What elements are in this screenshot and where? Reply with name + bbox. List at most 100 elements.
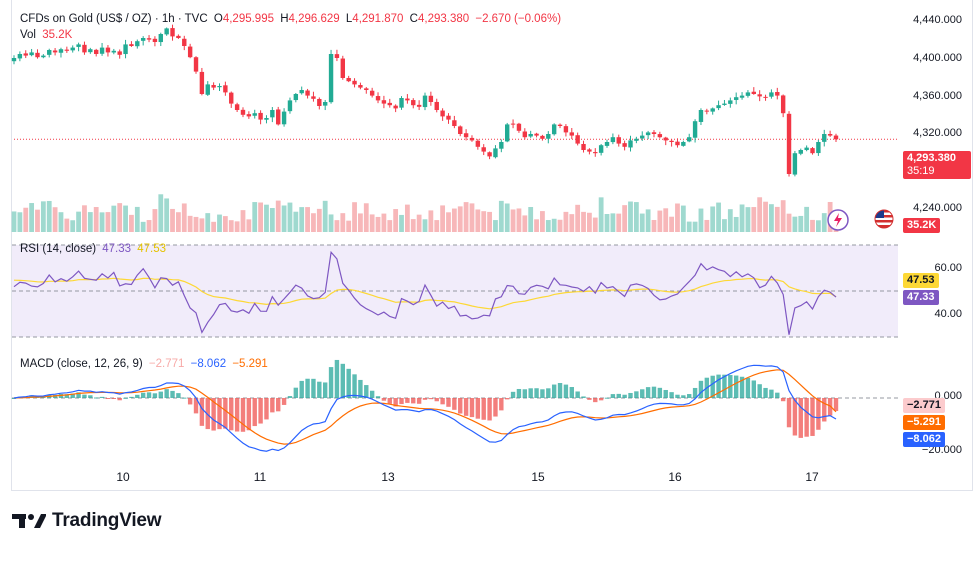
volume-bar <box>99 212 105 232</box>
volume-bar <box>575 204 581 232</box>
volume-bar <box>469 203 475 232</box>
candle-body <box>505 124 510 142</box>
volume-bar <box>46 200 52 232</box>
volume-bar <box>134 206 140 232</box>
candle-body <box>593 152 598 154</box>
candle-body <box>669 140 674 142</box>
macd-hist-bar <box>757 384 762 398</box>
volume-bar <box>105 212 111 232</box>
macd-hist-bar <box>557 383 563 398</box>
macd-hist-bar <box>276 398 281 412</box>
low-value: 4,291.870 <box>352 13 404 25</box>
macd-hist-bar <box>716 374 721 398</box>
macd-hist-bar <box>140 392 146 398</box>
macd-hist-bar <box>598 398 604 401</box>
volume-bar <box>704 219 710 232</box>
macd-hist-bar <box>399 398 404 405</box>
time-tick: 17 <box>805 470 819 484</box>
candle-body <box>827 133 833 136</box>
candle-body <box>346 77 351 82</box>
macd-hist-bar <box>569 387 574 398</box>
volume-bar <box>422 219 428 232</box>
candle-body <box>176 35 181 38</box>
candle-body <box>428 95 434 102</box>
rsi-tick: 60.00 <box>934 262 962 274</box>
candle-body <box>70 47 75 51</box>
candle-body <box>763 96 768 98</box>
candle-body <box>798 150 803 154</box>
volume-bar <box>228 220 234 232</box>
volume-bar <box>146 220 152 232</box>
volume-bar <box>628 201 633 232</box>
macd-hist-bar <box>628 392 633 398</box>
macd-hist-bar <box>281 398 287 405</box>
volume-bar <box>622 205 628 232</box>
candle-body <box>422 95 428 108</box>
vol-label: Vol <box>20 29 36 41</box>
macd-hist-bar <box>657 387 663 398</box>
tradingview-logo[interactable]: TradingView <box>12 510 162 532</box>
macd-hist-bar <box>698 380 704 398</box>
macd-hist-bar <box>246 398 252 431</box>
lightning-icon[interactable] <box>826 208 850 232</box>
macd-hist-bar <box>111 398 117 399</box>
candle-body <box>780 95 786 114</box>
volume-bar <box>680 205 686 232</box>
candle-body <box>522 131 528 138</box>
macd-legend: MACD (close, 12, 26, 9) −2.771 −8.062 −5… <box>20 357 271 371</box>
candle-body <box>446 115 451 120</box>
candle-body <box>698 110 704 122</box>
candle-body <box>452 120 457 126</box>
rsi-ma-tag: 47.53 <box>903 273 939 288</box>
volume-bar <box>40 201 46 232</box>
macd-hist-bar <box>640 389 645 398</box>
volume-bar <box>23 207 29 232</box>
candle-body <box>369 90 375 96</box>
macd-hist-bar <box>610 394 616 398</box>
macd-hist-bar <box>516 388 522 398</box>
volume-bar <box>669 216 674 232</box>
candle-body <box>704 110 710 112</box>
volume-bar <box>675 203 680 232</box>
macd-hist-bar <box>763 387 768 398</box>
macd-hist-bar <box>452 398 457 410</box>
volume-bar <box>311 213 316 232</box>
volume-bar <box>510 209 516 232</box>
volume-bar <box>428 210 434 232</box>
volume-bar <box>29 203 35 232</box>
tradingview-logo-icon <box>12 514 46 528</box>
candle-body <box>58 49 64 53</box>
volume-bar <box>739 204 745 232</box>
macd-hist-bar <box>387 398 392 404</box>
macd-hist-bar <box>463 398 469 416</box>
volume-bar <box>534 219 539 232</box>
volume-bar <box>751 207 757 232</box>
macd-hist-bar <box>534 388 539 398</box>
candle-body <box>164 28 169 35</box>
macd-hist-bar <box>434 398 439 402</box>
macd-hist-bar <box>575 391 580 398</box>
macd-hist-bar <box>293 387 299 398</box>
candle-body <box>675 141 680 146</box>
volume-bar <box>692 221 698 232</box>
candle-body <box>510 123 516 125</box>
volume-bar <box>82 205 87 232</box>
volume-bar <box>481 211 487 232</box>
volume-bar <box>293 211 299 232</box>
us-flag-icon <box>874 209 894 229</box>
macd-hist-bar <box>722 374 727 398</box>
volume-bar <box>234 221 240 232</box>
volume-bar <box>399 214 404 232</box>
candle-body <box>99 47 105 54</box>
volume-bar <box>158 194 164 232</box>
macd-hist-bar <box>593 398 598 403</box>
candle-body <box>411 100 416 106</box>
symbol-title: CFDs on Gold (US$ / OZ) · 1h · TVC <box>20 13 208 25</box>
macd-hist-bar <box>94 397 99 399</box>
volume-bar <box>375 216 381 232</box>
candle-body <box>293 94 299 101</box>
candle-body <box>23 53 28 56</box>
macd-hist-bar <box>733 375 739 398</box>
macd-hist-bar <box>152 393 158 398</box>
macd-hist-bar <box>798 398 803 438</box>
